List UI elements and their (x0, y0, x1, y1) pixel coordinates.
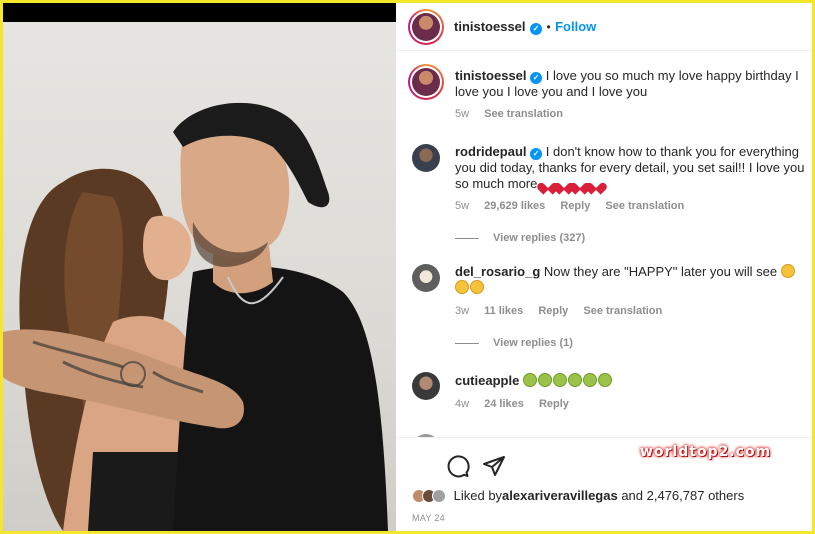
caption-username[interactable]: tinistoessel (455, 68, 527, 83)
comment-time: 5w (455, 200, 470, 212)
author-row: tinistoessel ✓ • Follow (454, 18, 596, 36)
photo-top-bar (3, 3, 396, 22)
red-heart-icon (589, 177, 603, 190)
smirk-face-icon (455, 280, 469, 294)
verified-badge-icon: ✓ (530, 148, 543, 160)
nauseated-face-icon (522, 373, 537, 387)
comment-time: 4w (455, 398, 470, 410)
commenter-avatar[interactable] (412, 144, 440, 172)
verified-badge-icon: ✓ (529, 23, 542, 35)
comment-likes[interactable]: 24 likes (484, 398, 524, 410)
liked-by-user[interactable]: alexariveravillegas (502, 488, 618, 503)
smirk-face-icon (470, 280, 484, 294)
comment-username[interactable]: rodridepaul (455, 144, 527, 159)
comment-username[interactable]: cutieapple (455, 373, 519, 388)
nauseated-face-icon (582, 373, 597, 387)
comment-text-block: del_rosario_g Now they are "HAPPY" later… (455, 264, 807, 296)
commenter-avatar[interactable] (412, 264, 440, 292)
see-translation-link[interactable]: See translation (583, 305, 662, 317)
caption-time: 5w (455, 108, 470, 120)
smirk-face-icon (780, 264, 795, 278)
share-icon[interactable] (482, 454, 506, 478)
nauseated-face-icon (552, 373, 567, 387)
view-replies-label: View replies (327) (493, 232, 586, 244)
caption-meta: 5w See translation (455, 108, 575, 120)
nauseated-face-icon (597, 373, 612, 387)
comment-likes[interactable]: 29,629 likes (484, 200, 545, 212)
liked-by-suffix[interactable]: and 2,476,787 others (621, 488, 744, 503)
commenter-avatar[interactable] (412, 372, 440, 400)
couple-photo-illustration (3, 102, 388, 531)
replies-divider (455, 342, 479, 344)
comment-text-block: cutieapple (455, 373, 807, 389)
see-translation-link[interactable]: See translation (484, 108, 563, 120)
comment-text: Now they are "HAPPY" later you will see (543, 264, 778, 279)
caption-text-block: tinistoessel ✓ I love you so much my lov… (455, 68, 807, 100)
comment-meta: 5w 29,629 likes Reply See translation (455, 200, 696, 212)
view-replies-label: View replies (1) (493, 337, 573, 349)
watermark: worldtop2.com (640, 444, 772, 460)
comment-time: 3w (455, 305, 470, 317)
liked-by-row: Liked byalexariveravillegas and 2,476,78… (412, 488, 744, 503)
reply-button[interactable]: Reply (538, 305, 568, 317)
separator-dot: • (546, 20, 551, 34)
author-username[interactable]: tinistoessel (454, 19, 526, 34)
comment-likes[interactable]: 11 likes (484, 305, 523, 317)
comments-list[interactable]: tinistoessel ✓ I love you so much my lov… (396, 52, 812, 437)
replies-divider (455, 237, 479, 239)
comment-icon[interactable] (446, 454, 470, 478)
caption-avatar[interactable] (408, 64, 444, 100)
post-header: tinistoessel ✓ • Follow (396, 3, 812, 51)
comment-meta: 3w 11 likes Reply See translation (455, 305, 674, 317)
comment-meta: 4w 24 likes Reply (455, 398, 581, 410)
nauseated-face-icon (537, 373, 552, 387)
liked-by-prefix: Liked by (453, 488, 503, 503)
comment-text-block: rodridepaul ✓ I don't know how to thank … (455, 144, 807, 192)
reply-button[interactable]: Reply (560, 200, 590, 212)
liker-avatar (432, 489, 446, 503)
reply-button[interactable]: Reply (539, 398, 569, 410)
view-replies-button[interactable]: View replies (327) (455, 232, 585, 244)
see-translation-link[interactable]: See translation (605, 200, 684, 212)
nauseated-face-icon (567, 373, 582, 387)
view-replies-button[interactable]: View replies (1) (455, 337, 573, 349)
verified-badge-icon: ✓ (530, 72, 543, 84)
follow-button[interactable]: Follow (555, 19, 596, 34)
post-photo[interactable] (3, 3, 396, 531)
author-avatar[interactable] (408, 9, 444, 45)
comment-username[interactable]: del_rosario_g (455, 264, 540, 279)
post-date: MAY 24 (412, 513, 445, 523)
